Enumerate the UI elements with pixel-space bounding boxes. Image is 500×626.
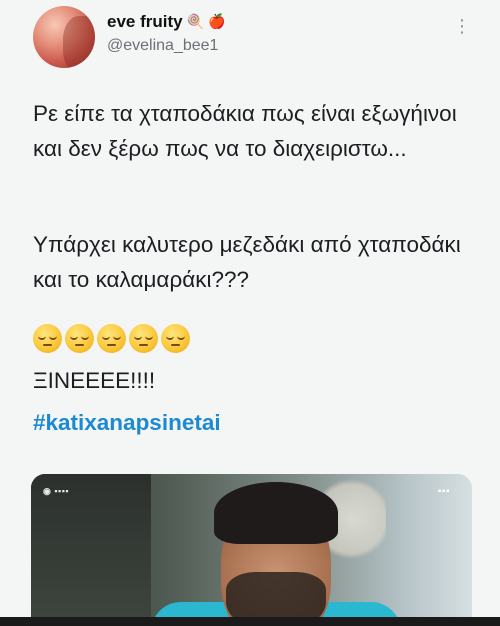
pensive-face-icon: [33, 324, 62, 353]
tweet-exclamation: ΞΙΝΕΕΕΕ!!!!: [33, 368, 156, 393]
user-handle[interactable]: @evelina_bee1: [107, 37, 218, 55]
media-preview[interactable]: ◉ ▪▪▪▪ ▪▪▪: [31, 474, 472, 626]
emoji-row: [33, 324, 190, 353]
display-name[interactable]: eve fruity: [107, 12, 183, 32]
avatar[interactable]: [33, 6, 95, 68]
person-hair: [214, 482, 338, 544]
tweet-card: eve fruity 🍭 🍎 @evelina_bee1 ⋮ Ρε είπε τ…: [0, 0, 500, 626]
avatar-photo-shade: [63, 16, 95, 68]
tweet-text-paragraph-2: Υπάρχει καλυτερο μεζεδάκι από χταποδάκι …: [33, 232, 461, 292]
user-name-row[interactable]: eve fruity 🍭 🍎: [107, 12, 225, 32]
more-options-icon[interactable]: ⋮: [452, 16, 472, 37]
pensive-face-icon: [97, 324, 126, 353]
hashtag-link[interactable]: #katixanapsinetai: [33, 410, 221, 436]
channel-logo-icon: ◉ ▪▪▪▪: [43, 486, 70, 496]
bottom-edge-bar: [0, 617, 500, 626]
tweet-text-paragraph-1: Ρε είπε τα χταποδάκια πως είναι εξωγήινο…: [33, 101, 457, 161]
pensive-face-icon: [65, 324, 94, 353]
channel-watermark-icon: ▪▪▪: [437, 486, 450, 497]
pensive-face-icon: [161, 324, 190, 353]
apple-icon: 🍎: [208, 14, 226, 30]
lollipop-icon: 🍭: [186, 14, 205, 30]
pensive-face-icon: [129, 324, 158, 353]
